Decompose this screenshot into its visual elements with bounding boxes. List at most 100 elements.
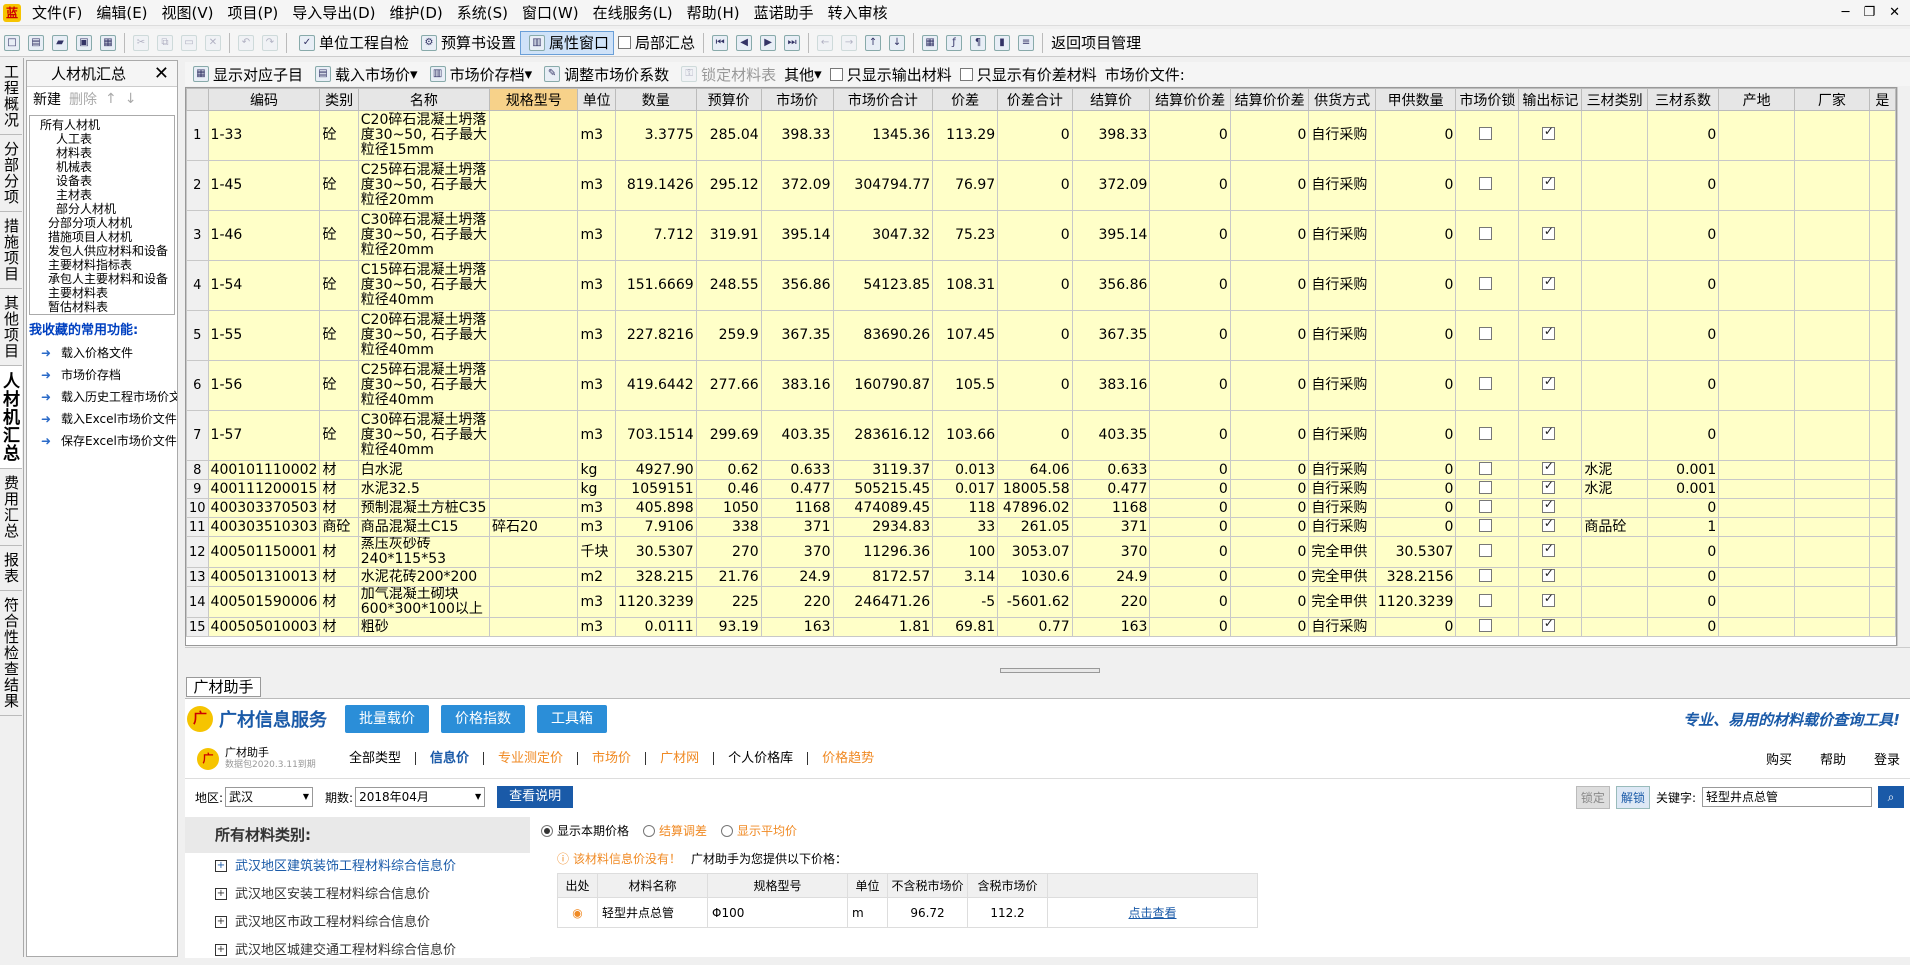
checkbox[interactable]	[1541, 224, 1555, 240]
price-lock-cell[interactable]	[1455, 260, 1520, 311]
grid-cell[interactable]: 163	[760, 617, 834, 637]
column-header[interactable]: 预算价	[695, 88, 762, 111]
only-output-checkbox[interactable]	[829, 67, 843, 81]
grid-cell[interactable]: 398.33	[1071, 110, 1151, 161]
table-row[interactable]: 7 1-57 砼 C30碎石混凝土坍落度30~50, 石子最大粒径40mm m3 703.…	[186, 410, 1896, 461]
grid-cell[interactable]: 3.3775	[614, 110, 697, 161]
lock-button[interactable]: ⚿ 锁定材料表	[673, 62, 780, 86]
grid-cell[interactable]: 69.81	[932, 617, 999, 637]
grid-cell[interactable]: 1168	[1071, 498, 1151, 518]
price-lock-cell[interactable]	[1455, 586, 1520, 618]
checkbox[interactable]	[1541, 324, 1555, 340]
price-lock-cell[interactable]	[1455, 567, 1520, 587]
grid-cell[interactable]: 400501590006	[207, 586, 321, 618]
grid-cell[interactable]	[1868, 617, 1896, 637]
grid-cell[interactable]: 自行采购	[1308, 517, 1376, 537]
grid-cell[interactable]: 1-56	[207, 360, 321, 411]
grid-cell[interactable]: 0	[1149, 517, 1231, 537]
grid-cell[interactable]: 材	[319, 586, 359, 618]
batch-price-button[interactable]: 批量载价	[345, 705, 429, 733]
nav-right-item[interactable]: 帮助	[1820, 749, 1846, 768]
grid-cell[interactable]	[1793, 498, 1870, 518]
grid-cell[interactable]	[1868, 260, 1896, 311]
grid-cell[interactable]	[1793, 410, 1870, 461]
grid-cell[interactable]: 295.12	[695, 160, 762, 211]
grid-cell[interactable]: 砼	[319, 360, 359, 411]
calculator-icon[interactable]: ▦	[922, 34, 939, 51]
grid-cell[interactable]	[1868, 517, 1896, 537]
grid-cell[interactable]: 自行采购	[1308, 160, 1376, 211]
grid-cell[interactable]: 1-33	[207, 110, 321, 161]
grid-cell[interactable]	[1868, 586, 1896, 618]
period-select[interactable]: 2018年04月	[355, 787, 486, 807]
checkbox[interactable]	[1478, 461, 1492, 475]
checkbox[interactable]	[1541, 124, 1555, 140]
table-row[interactable]: 14 400501590006 材加气混凝土砌块600*300*100以上 m3 112…	[186, 586, 1896, 618]
grid-cell[interactable]	[489, 210, 579, 261]
grid-cell[interactable]: 383.16	[1071, 360, 1151, 411]
grid-cell[interactable]: -5	[932, 586, 999, 618]
grid-cell[interactable]	[1581, 210, 1648, 261]
nav-right-item[interactable]: 登录	[1874, 749, 1900, 768]
grid-cell[interactable]	[1868, 160, 1896, 211]
grid-cell[interactable]: 千块	[577, 536, 616, 568]
grid-cell[interactable]: m3	[577, 586, 616, 618]
material-name-cell[interactable]: 预制混凝土方桩C35	[357, 498, 491, 518]
price-index-button[interactable]: 价格指数	[441, 705, 525, 733]
nav-item[interactable]: 信息价	[416, 752, 485, 765]
grid-cell[interactable]	[1718, 110, 1795, 161]
grid-cell[interactable]: 30.5307	[1374, 536, 1457, 568]
output-mark-cell[interactable]	[1518, 536, 1583, 568]
grid-cell[interactable]: 完全甲供	[1308, 586, 1376, 618]
vtab-item[interactable]: 其他项目	[0, 289, 22, 366]
grid-cell[interactable]: 383.16	[760, 360, 834, 411]
grid-cell[interactable]: 1120.3239	[614, 586, 697, 618]
user-area[interactable]: 广 广材助手 数据包2020.3.11到期	[185, 746, 335, 772]
grid-cell[interactable]: 碎石20	[489, 517, 579, 537]
grid-cell[interactable]: 474089.45	[832, 498, 934, 518]
grid-cell[interactable]: 0	[1646, 410, 1720, 461]
grid-cell[interactable]: 18005.58	[997, 479, 1073, 499]
grid-cell[interactable]: 自行采购	[1308, 617, 1376, 637]
tree-item[interactable]: 设备表	[32, 174, 172, 188]
grid-cell[interactable]: 33	[932, 517, 999, 537]
lock-button[interactable]: 锁定	[1575, 785, 1610, 809]
grid-cell[interactable]	[489, 110, 579, 161]
grid-cell[interactable]: 0	[1229, 410, 1310, 461]
menu-item[interactable]: 项目(P)	[221, 0, 286, 26]
grid-cell[interactable]: 自行采购	[1308, 360, 1376, 411]
nav-item[interactable]: 市场价	[578, 752, 647, 765]
grid-cell[interactable]: 0	[1149, 210, 1231, 261]
tree-item[interactable]: 主要材料表	[32, 286, 172, 300]
grid-cell[interactable]: 0.62	[695, 460, 762, 480]
grid-cell[interactable]: 0	[1149, 536, 1231, 568]
grid-cell[interactable]: 0	[1149, 260, 1231, 311]
undo-icon[interactable]: ↶	[238, 34, 254, 51]
grid-cell[interactable]	[1718, 210, 1795, 261]
grid-cell[interactable]	[1793, 310, 1870, 361]
grid-cell[interactable]	[489, 410, 579, 461]
checkbox[interactable]	[1541, 541, 1555, 557]
tree-item[interactable]: 部分人材机	[32, 202, 172, 216]
tree-item[interactable]: 所有人材机	[32, 118, 172, 132]
checkbox[interactable]	[1541, 568, 1555, 582]
move-up-icon[interactable]: ↑	[865, 34, 882, 51]
grid-cell[interactable]: 0	[1149, 460, 1231, 480]
grid-cell[interactable]: 0	[1229, 498, 1310, 518]
grid-cell[interactable]: 材	[319, 536, 359, 568]
vtab-item[interactable]: 人材机汇总	[0, 366, 22, 469]
grid-cell[interactable]	[1868, 310, 1896, 361]
price-lock-cell[interactable]	[1455, 410, 1520, 461]
favorite-item[interactable]: 市场价存档	[27, 364, 177, 386]
show-sub-button[interactable]: ▦ 显示对应子目	[185, 62, 307, 86]
grid-cell[interactable]: 材	[319, 479, 359, 499]
menu-item[interactable]: 窗口(W)	[515, 0, 586, 26]
grid-cell[interactable]	[1793, 360, 1870, 411]
vtab-item[interactable]: 措施项目	[0, 212, 22, 289]
output-mark-cell[interactable]	[1518, 310, 1583, 361]
grid-cell[interactable]: m3	[577, 310, 616, 361]
grid-cell[interactable]: m3	[577, 498, 616, 518]
grid-cell[interactable]: 370	[1071, 536, 1151, 568]
grid-cell[interactable]	[1718, 360, 1795, 411]
open-icon[interactable]: ▰	[52, 34, 68, 51]
